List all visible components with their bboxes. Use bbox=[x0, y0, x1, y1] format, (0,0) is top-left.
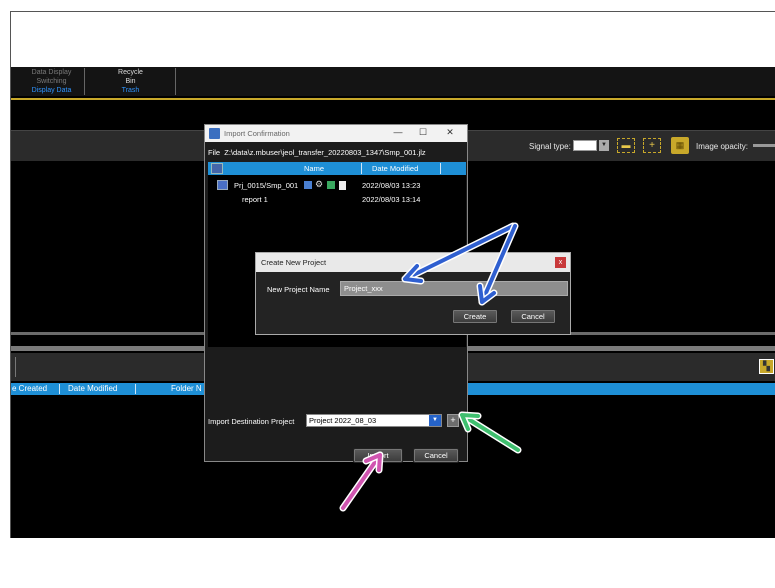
gear-icon: ⚙ bbox=[315, 179, 324, 189]
close-icon[interactable]: ✕ bbox=[443, 127, 457, 138]
accent-divider bbox=[11, 98, 775, 100]
item-date: 2022/08/03 13:14 bbox=[362, 195, 421, 204]
ribbon-tab-display-data[interactable]: Display Data bbox=[19, 86, 84, 95]
document-icon bbox=[339, 181, 346, 190]
ribbon-group-display-data[interactable]: Data Display Switching Display Data bbox=[19, 68, 85, 95]
signal-type-select[interactable] bbox=[573, 140, 597, 151]
application-window: Data Display Switching Display Data Recy… bbox=[10, 11, 775, 538]
destination-label: Import Destination Project bbox=[208, 417, 295, 426]
column-separator bbox=[135, 384, 136, 394]
signal-type-label: Signal type: bbox=[529, 142, 571, 151]
dialog-titlebar: Import Confirmation — ☐ ✕ bbox=[205, 125, 467, 142]
create-new-project-dialog: Create New Project x New Project Name Pr… bbox=[255, 252, 571, 335]
destination-project-select[interactable]: Project 2022_08_03 ▼ bbox=[306, 414, 442, 427]
ribbon-group-line2: Switching bbox=[36, 78, 67, 85]
file-path: Z:\data\z.mbuser\jeol_transfer_20220803_… bbox=[224, 148, 426, 157]
grid-icon[interactable]: ▚ bbox=[759, 359, 774, 374]
ribbon: Data Display Switching Display Data Recy… bbox=[11, 67, 775, 96]
column-separator bbox=[440, 163, 441, 174]
dialog-title: Create New Project bbox=[261, 258, 327, 267]
destination-value: Project 2022_08_03 bbox=[309, 416, 377, 425]
column-date-modified[interactable]: Date Modified bbox=[372, 164, 418, 173]
image-icon bbox=[327, 181, 335, 189]
project-name-input[interactable]: Project_xxx bbox=[340, 281, 568, 296]
list-header: Name Date Modified bbox=[208, 162, 466, 175]
image-icon[interactable]: ▦ bbox=[671, 137, 689, 154]
create-button[interactable]: Create bbox=[452, 309, 498, 324]
column-separator bbox=[59, 384, 60, 394]
toolbar-separator bbox=[15, 357, 16, 377]
project-name-label: New Project Name bbox=[267, 285, 330, 294]
item-name: Prj_0015/Smp_001 bbox=[234, 181, 299, 190]
top-blank-area bbox=[11, 12, 775, 67]
close-icon[interactable]: x bbox=[555, 257, 566, 268]
item-date: 2022/08/03 13:23 bbox=[362, 181, 421, 190]
maximize-icon[interactable]: ☐ bbox=[416, 127, 430, 138]
cancel-button[interactable]: Cancel bbox=[510, 309, 556, 324]
dropdown-arrow-icon[interactable]: ▼ bbox=[599, 140, 609, 151]
file-label: File bbox=[208, 148, 221, 157]
ribbon-tab-trash[interactable]: Trash bbox=[86, 86, 175, 95]
ribbon-group-trash[interactable]: Recycle Bin Trash bbox=[86, 68, 176, 95]
dialog-titlebar: Create New Project x bbox=[256, 253, 570, 272]
crosshair-icon[interactable]: + bbox=[643, 138, 661, 153]
column-name[interactable]: Name bbox=[304, 164, 324, 173]
dialog-title: Import Confirmation bbox=[224, 129, 290, 138]
column-date-modified[interactable]: Date Modified bbox=[68, 384, 117, 393]
map-icon bbox=[304, 181, 312, 189]
list-item[interactable]: Prj_0015/Smp_001 ⚙ 2022/08/03 13:23 bbox=[208, 179, 466, 192]
minimize-icon[interactable]: — bbox=[391, 127, 405, 137]
image-opacity-slider[interactable] bbox=[753, 144, 775, 147]
cancel-button[interactable]: Cancel bbox=[413, 448, 459, 463]
item-name: report 1 bbox=[242, 195, 268, 204]
column-folder-name[interactable]: Folder N bbox=[171, 384, 202, 393]
ribbon-group-line1: Data Display bbox=[31, 69, 72, 76]
list-item[interactable]: report 1 2022/08/03 13:14 bbox=[208, 193, 466, 206]
column-date-created[interactable]: e Created bbox=[12, 384, 47, 393]
column-separator bbox=[361, 163, 362, 174]
chevron-down-icon[interactable]: ▼ bbox=[429, 415, 441, 426]
annotation-icon[interactable]: ▬ bbox=[617, 138, 635, 153]
app-icon bbox=[209, 128, 220, 139]
ribbon-group-line1: Recycle bbox=[118, 69, 143, 76]
image-opacity-label: Image opacity: bbox=[696, 142, 749, 151]
project-icon bbox=[217, 180, 228, 190]
add-project-button[interactable]: + bbox=[447, 414, 459, 427]
import-button[interactable]: Import bbox=[353, 448, 403, 463]
folder-icon bbox=[211, 163, 223, 174]
ribbon-group-line2: Bin bbox=[125, 78, 136, 85]
file-line: File Z:\data\z.mbuser\jeol_transfer_2022… bbox=[208, 148, 426, 157]
